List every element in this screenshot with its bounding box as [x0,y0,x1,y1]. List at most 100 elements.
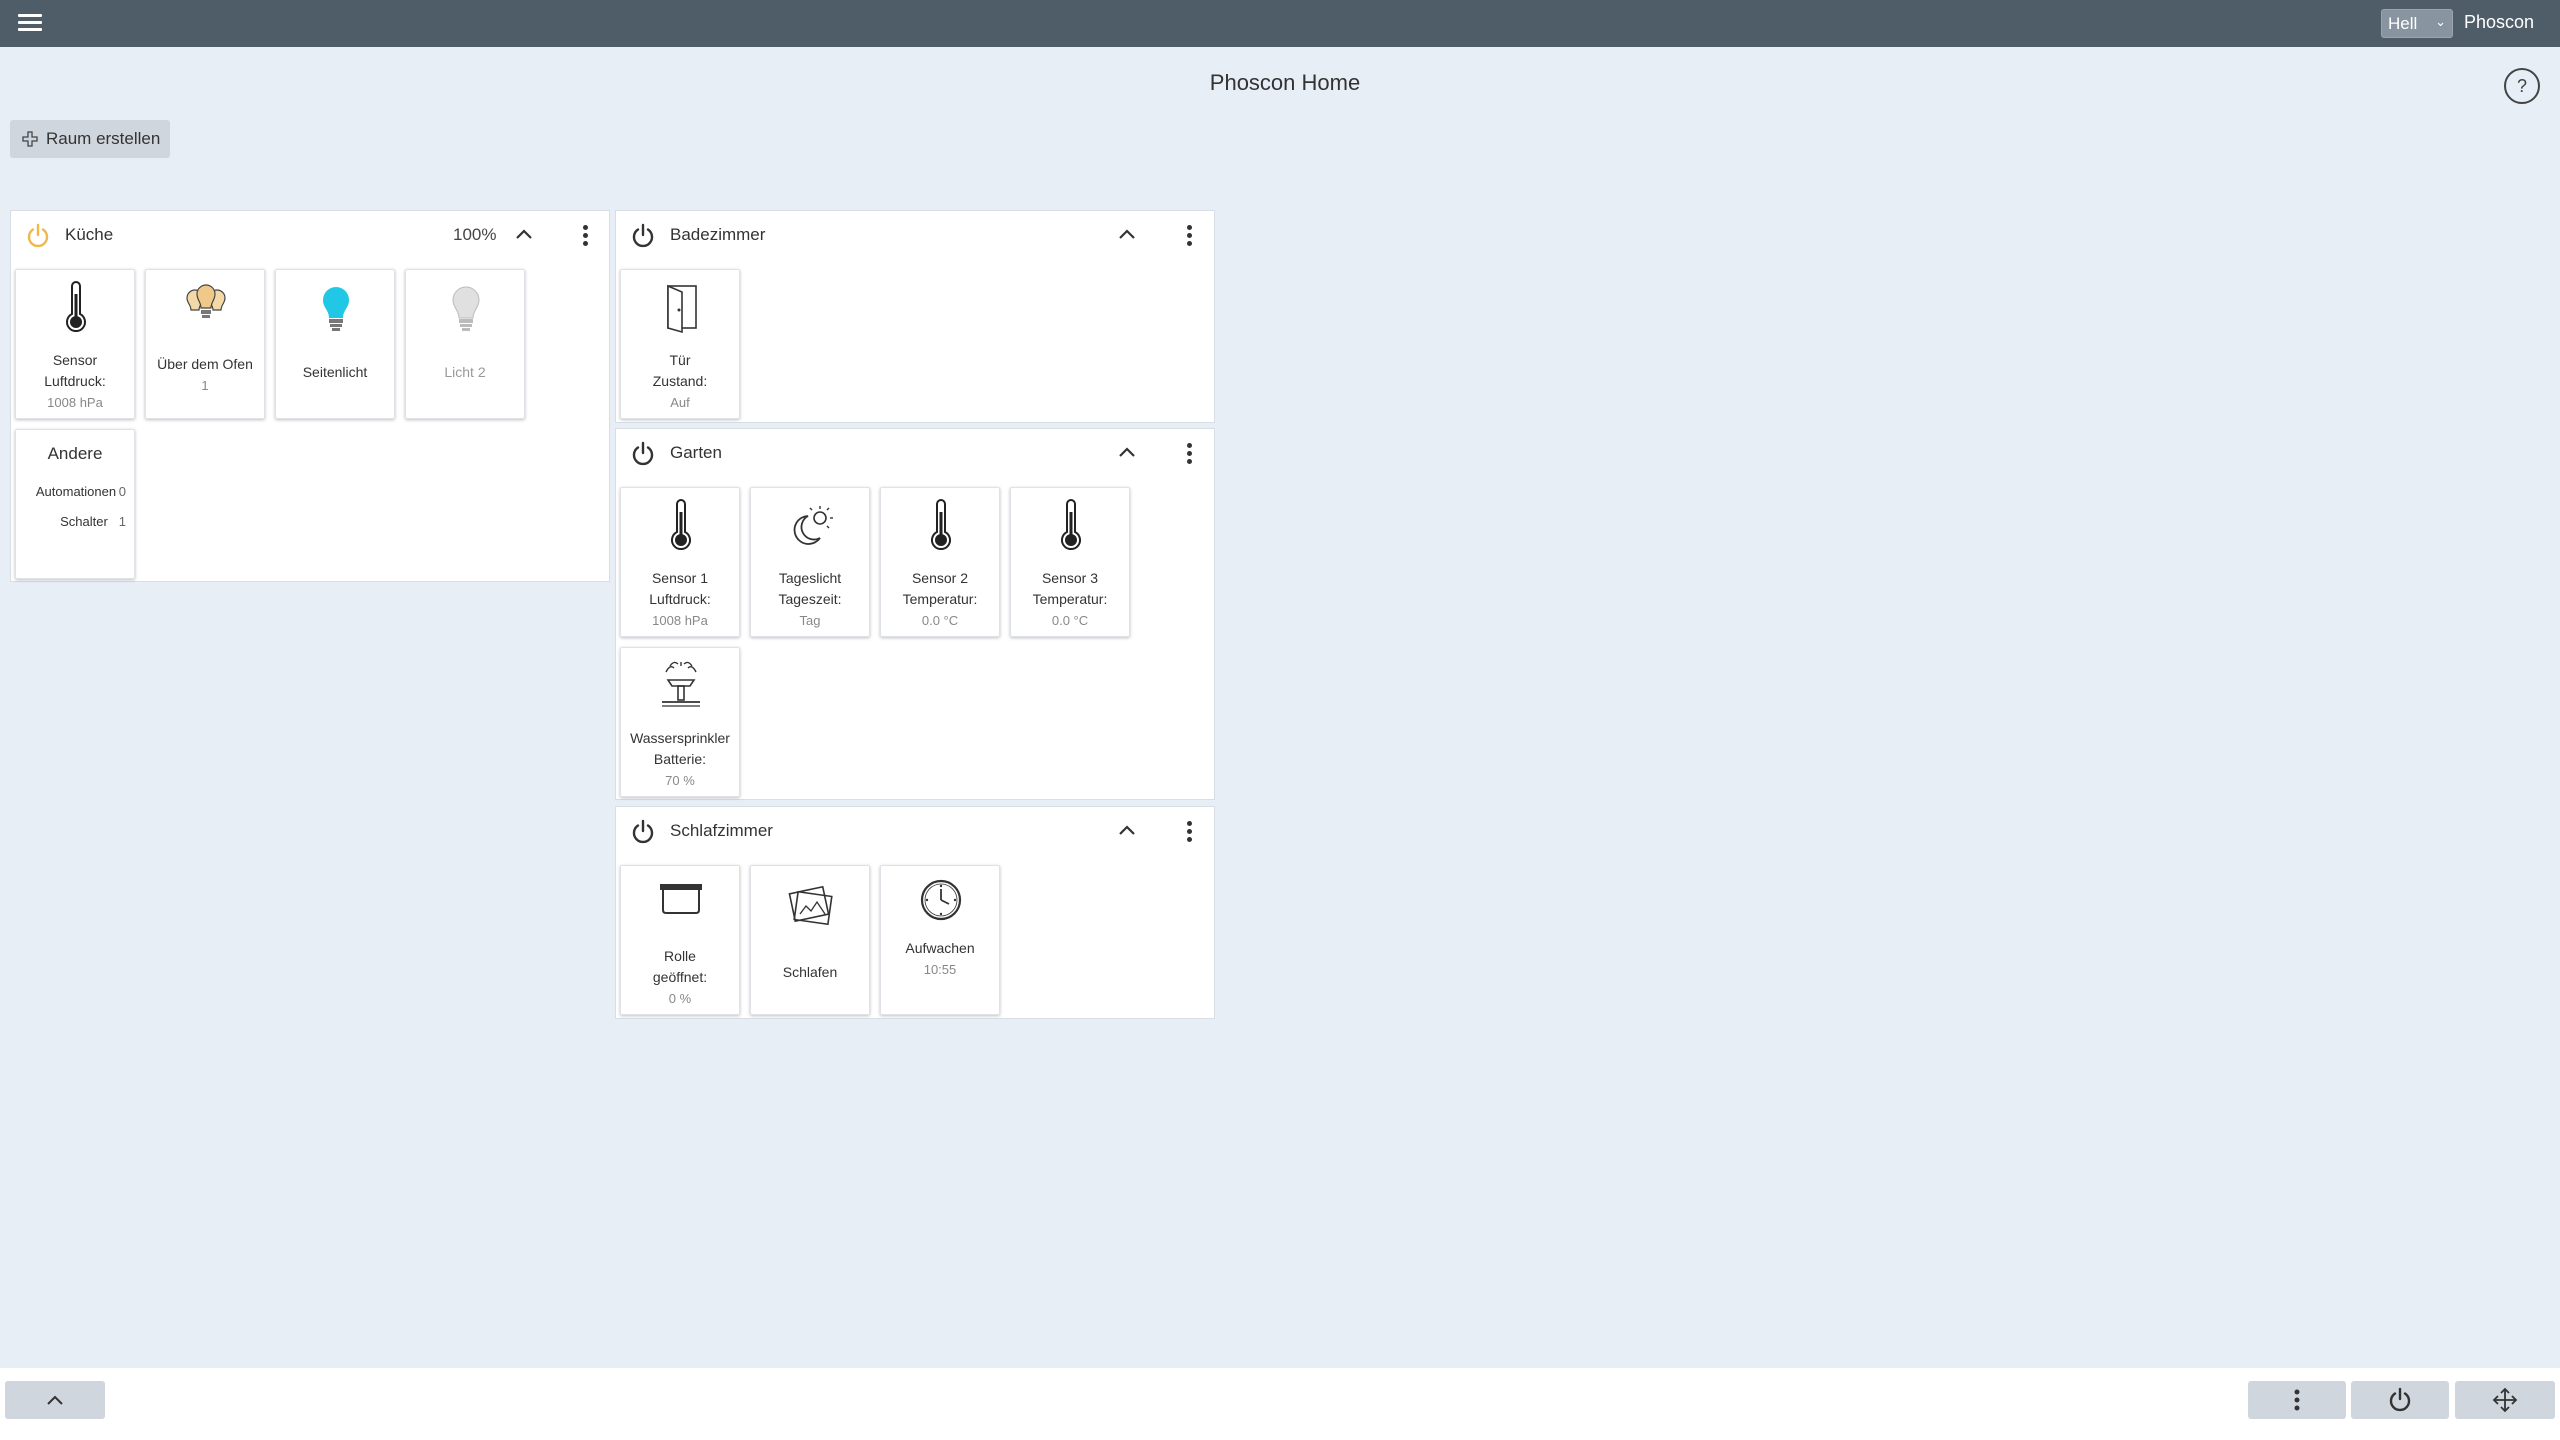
device-tile-group[interactable]: Über dem Ofen 1 [145,269,265,419]
device-tile-sensor[interactable]: Sensor 2 Temperatur: 0.0 °C [880,487,1000,637]
room-header: Schlafzimmer [616,807,1214,855]
more-vertical-icon[interactable] [1183,441,1195,467]
power-icon[interactable] [630,441,656,467]
switches-row[interactable]: Schalter 1 [42,514,126,529]
tile-subtitle: Temperatur: [902,591,978,607]
more-vertical-icon[interactable] [1183,223,1195,249]
help-button[interactable]: ? [2504,68,2540,104]
thermometer-icon [671,499,691,551]
tile-title: Wassersprinkler [630,730,730,746]
row-label: Schalter [60,514,108,529]
room-kueche: Küche 100% Sensor Luftdruck: 1008 hPa Üb [10,210,610,582]
device-tile-door[interactable]: Tür Zustand: Auf [620,269,740,419]
tile-value: Auf [670,395,690,410]
device-tile-blind[interactable]: Rolle geöffnet: 0 % [620,865,740,1015]
room-name: Garten [670,443,722,462]
room-badezimmer: Badezimmer Tür Zustand: Auf [615,210,1215,423]
thermometer-icon [1061,499,1081,551]
tile-title: Tür [669,352,691,368]
page-title: Phoscon Home [1209,70,1361,95]
chevron-down-icon: ⌄ [2435,14,2446,29]
schedule-tile[interactable]: Aufwachen 10:55 [880,865,1000,1015]
scene-tile[interactable]: Schlafen [750,865,870,1015]
tile-value: 1008 hPa [652,613,708,628]
thermometer-icon [66,281,86,333]
tile-title: Licht 2 [444,364,486,380]
room-header: Küche 100% [11,211,609,259]
room-name: Küche [65,225,114,244]
room-brightness: 100% [453,225,497,244]
tile-title: Schlafen [782,964,838,980]
tile-title: Sensor 1 [651,570,709,586]
tile-subtitle: Luftdruck: [44,373,106,389]
scene-icon [788,885,833,926]
device-tile-sensor[interactable]: Sensor Luftdruck: 1008 hPa [15,269,135,419]
other-title: Andere [47,444,103,463]
chevron-up-icon[interactable] [513,225,535,243]
row-count: 1 [118,514,126,529]
tile-subtitle: Tageszeit: [778,591,842,607]
theme-select[interactable]: Hell ⌄ [2381,9,2453,38]
daylight-icon [793,506,833,545]
brand-label: Phoscon [2464,12,2535,32]
tile-title: Tageslicht [778,570,842,586]
tile-subtitle: Batterie: [653,751,707,767]
more-vertical-icon [2294,1389,2300,1411]
power-all-button[interactable] [2351,1381,2449,1419]
power-icon[interactable] [25,223,51,249]
chevron-up-icon[interactable] [1116,443,1138,461]
hamburger-icon[interactable] [18,10,42,36]
lightbulb-icon [323,287,349,331]
tile-value: 70 % [665,773,695,788]
tile-subtitle: Zustand: [652,373,708,389]
chevron-up-icon [47,1395,63,1405]
tile-title: Über dem Ofen [157,356,253,372]
light-group-icon [186,284,226,318]
tile-value: 0 % [668,991,692,1006]
move-icon [2492,1387,2518,1413]
power-icon[interactable] [630,223,656,249]
tile-title: Sensor 2 [911,570,969,586]
room-garten: Garten Sensor 1 Luftdruck: 1008 hPa Tage… [615,428,1215,800]
more-vertical-icon[interactable] [579,223,591,249]
door-icon [667,284,697,334]
room-header: Badezimmer [616,211,1214,259]
device-tile-daylight[interactable]: Tageslicht Tageszeit: Tag [750,487,870,637]
lightbulb-icon [452,286,480,331]
create-room-button[interactable]: Raum erstellen [10,120,170,158]
scroll-up-button[interactable] [5,1381,105,1419]
tile-title: Sensor [52,352,98,368]
row-label: Automationen [35,484,117,499]
device-tile-sprinkler[interactable]: Wassersprinkler Batterie: 70 % [620,647,740,797]
tile-subtitle: Luftdruck: [649,591,711,607]
room-name: Schlafzimmer [670,821,773,840]
chevron-up-icon[interactable] [1116,225,1138,243]
other-tile[interactable]: Andere Automationen 0 Schalter 1 [15,429,135,579]
sprinkler-icon [662,661,700,707]
tile-value: 1 [201,378,209,393]
automations-row[interactable]: Automationen 0 [26,484,126,499]
tile-title: Rolle [664,948,696,964]
room-schlafzimmer: Schlafzimmer Rolle geöffnet: 0 % Schlafe… [615,806,1215,1019]
tile-title: Sensor 3 [1041,570,1099,586]
tile-value: 0.0 °C [1051,613,1089,628]
chevron-up-icon[interactable] [1116,821,1138,839]
more-button[interactable] [2248,1381,2346,1419]
device-tile-sensor[interactable]: Sensor 3 Temperatur: 0.0 °C [1010,487,1130,637]
bottom-bar [0,1368,2560,1440]
room-header: Garten [616,429,1214,477]
window-blind-icon [660,884,702,914]
power-icon[interactable] [630,819,656,845]
move-button[interactable] [2455,1381,2555,1419]
device-tile-sensor[interactable]: Sensor 1 Luftdruck: 1008 hPa [620,487,740,637]
thermometer-icon [931,499,951,551]
device-tile-light[interactable]: Seitenlicht [275,269,395,419]
row-count: 0 [118,484,126,499]
device-tile-light[interactable]: Licht 2 [405,269,525,419]
tile-value: Tag [799,613,821,628]
tile-title: Seitenlicht [302,364,368,380]
power-icon [2389,1387,2411,1412]
tile-subtitle: Temperatur: [1032,591,1108,607]
create-room-label: Raum erstellen [46,129,161,148]
more-vertical-icon[interactable] [1183,819,1195,845]
